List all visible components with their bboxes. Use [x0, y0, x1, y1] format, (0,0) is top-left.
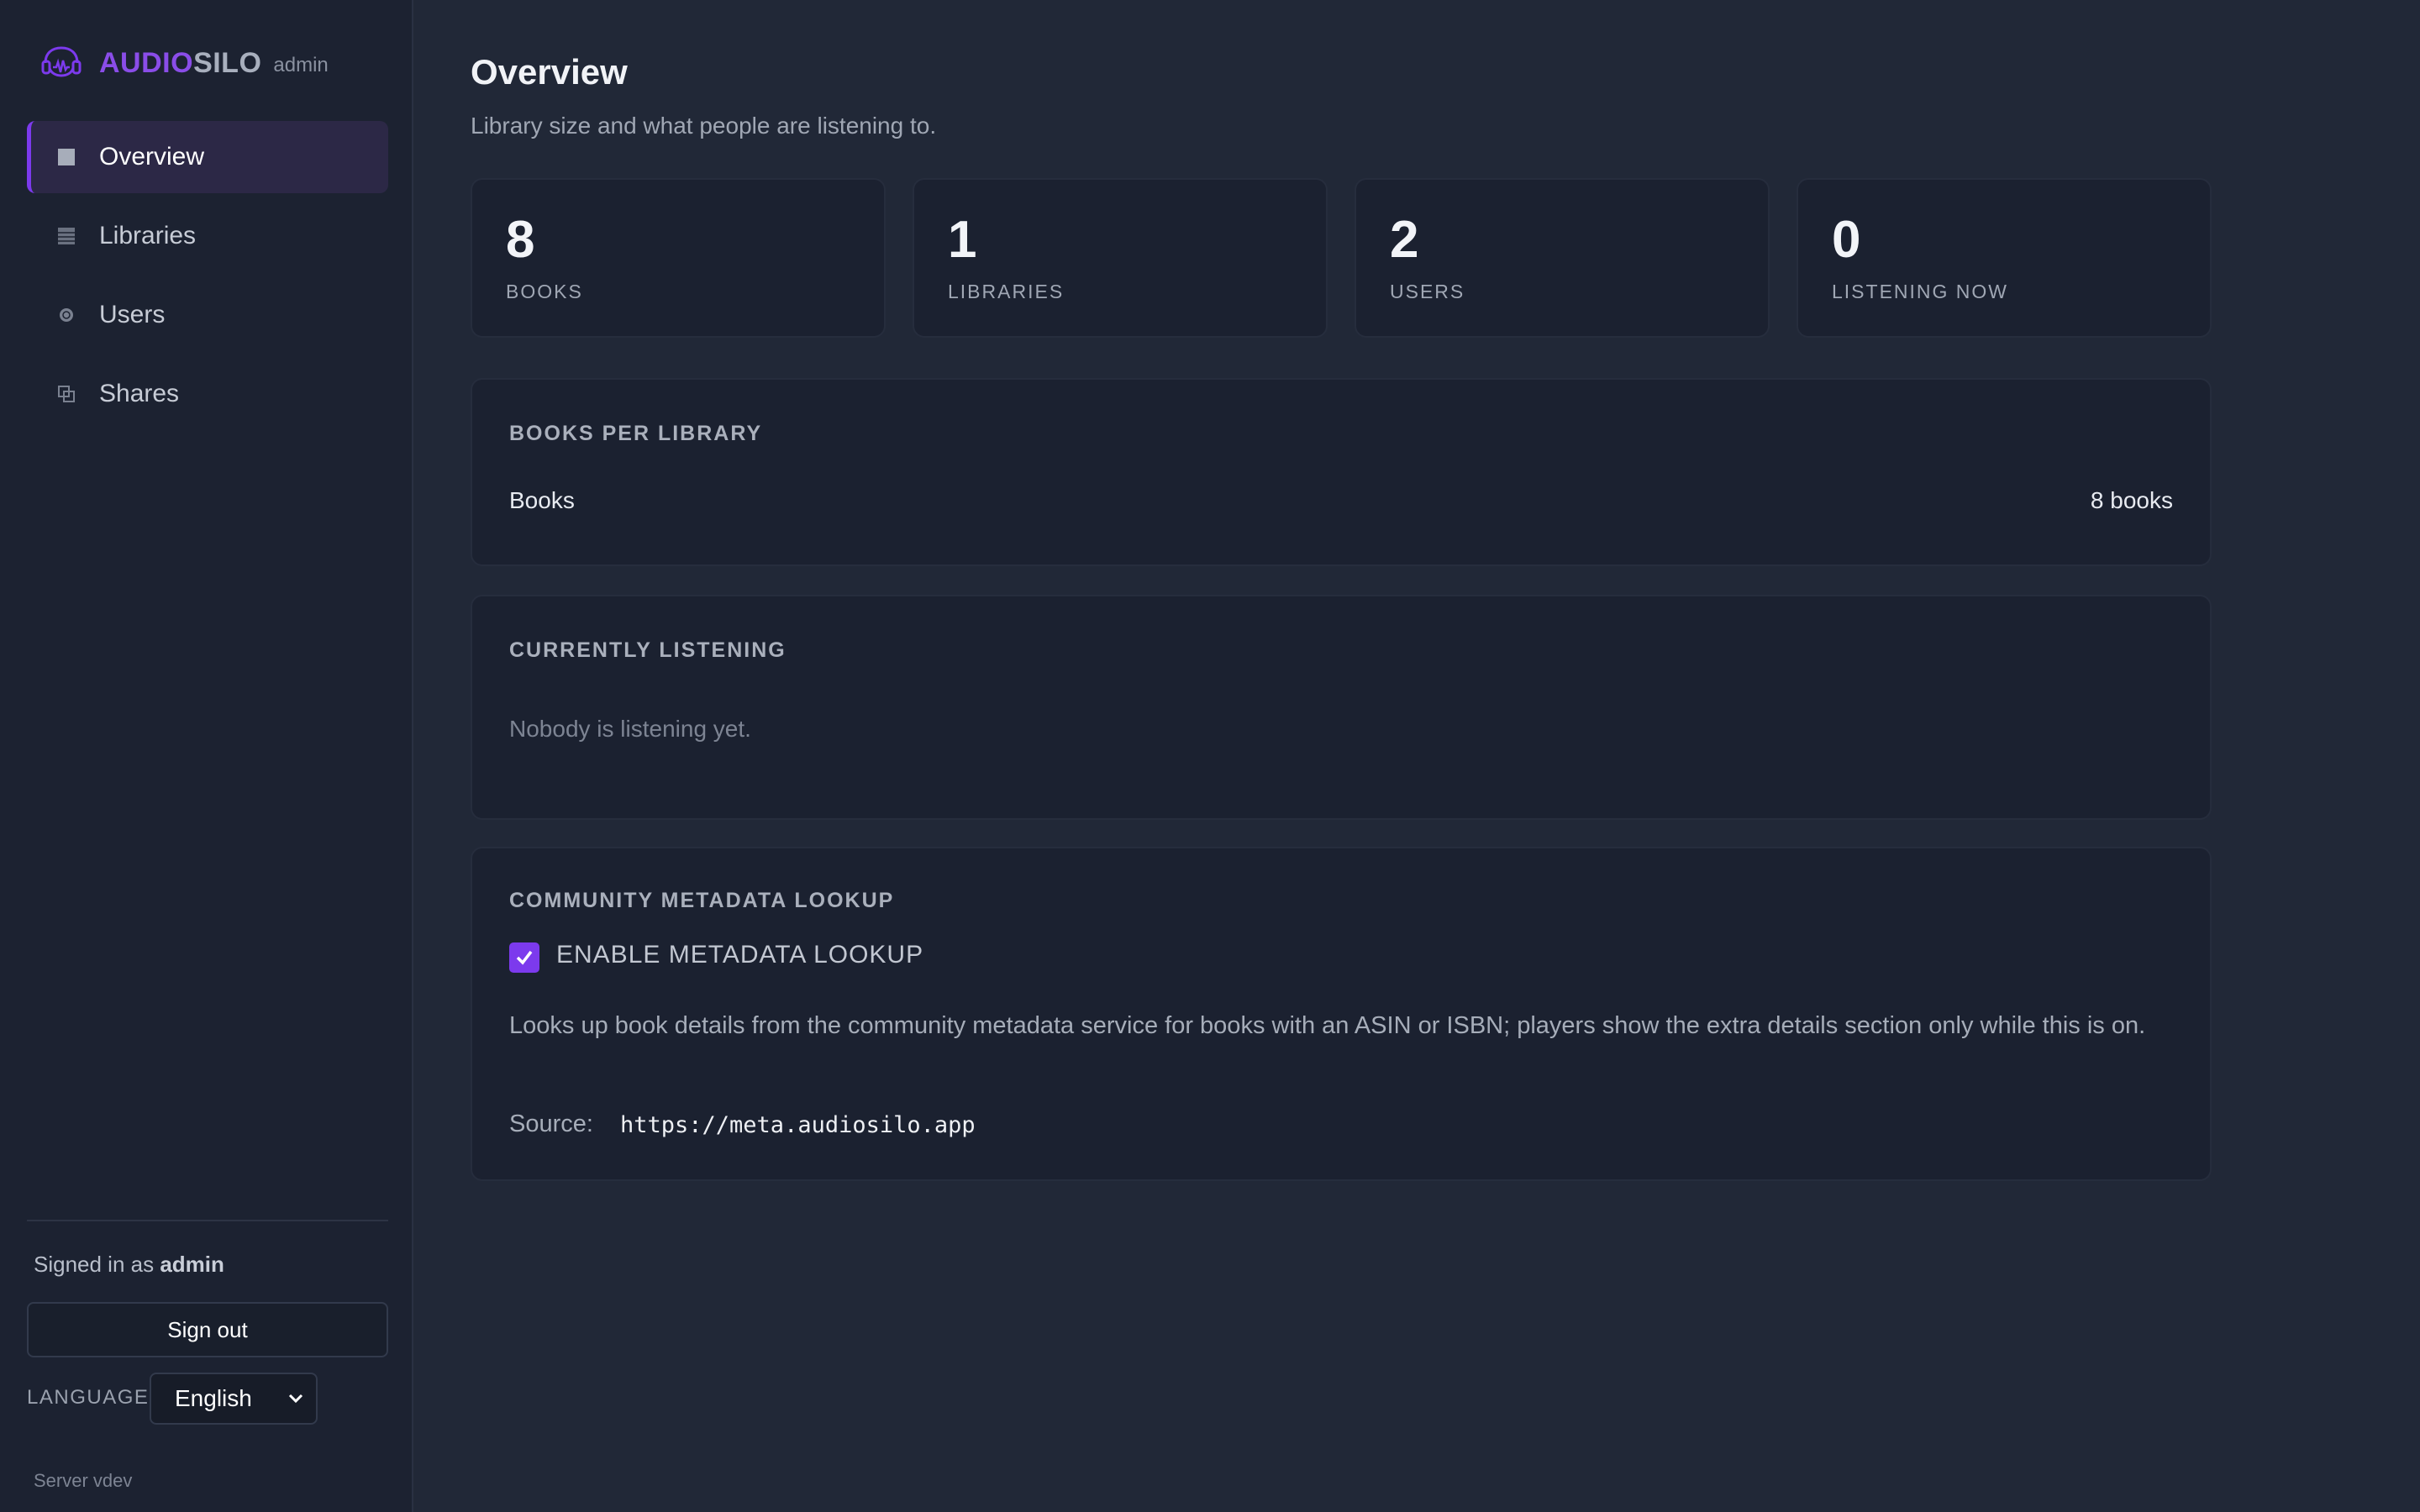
user-dot-icon [57, 306, 76, 324]
audiosilo-logo-icon [41, 46, 82, 77]
stat-card-users: 2 USERS [1355, 178, 1770, 338]
square-icon [57, 148, 76, 166]
brand-name-audio: AUDIO [99, 46, 194, 79]
sidebar-item-label: Libraries [99, 222, 197, 249]
stat-value: 1 [948, 211, 977, 269]
sidebar-item-libraries[interactable]: Libraries [27, 200, 388, 272]
stat-card-libraries: 1 LIBRARIES [913, 178, 1328, 338]
language-label: LANGUAGE [27, 1386, 150, 1409]
sign-out-button[interactable]: Sign out [27, 1302, 388, 1357]
enable-metadata-label[interactable]: ENABLE METADATA LOOKUP [556, 941, 923, 969]
books-per-library-heading: BOOKS PER LIBRARY [509, 422, 763, 445]
library-row-name: Books [509, 487, 575, 513]
page-title: Overview [471, 52, 628, 92]
stat-card-listening-now: 0 LISTENING NOW [1797, 178, 2212, 338]
page-subtitle: Library size and what people are listeni… [471, 113, 937, 139]
sidebar-item-shares[interactable]: Shares [27, 358, 388, 430]
stat-card-books: 8 BOOKS [471, 178, 886, 338]
sidebar: AUDIO SILO admin Overview Libraries Users [0, 0, 413, 1512]
currently-listening-heading: CURRENTLY LISTENING [509, 638, 786, 662]
sidebar-item-users[interactable]: Users [27, 279, 388, 351]
brand-name-silo: SILO [193, 46, 262, 79]
stat-label: BOOKS [506, 281, 583, 302]
sidebar-footer: Signed in as admin Sign out LANGUAGE Eng… [27, 1220, 388, 1512]
brand[interactable]: AUDIO SILO admin [40, 42, 329, 84]
enable-metadata-checkbox[interactable] [509, 942, 539, 973]
stat-label: LIBRARIES [948, 281, 1065, 302]
stat-label: LISTENING NOW [1832, 281, 2009, 302]
metadata-lookup-panel: COMMUNITY METADATA LOOKUP ENABLE METADAT… [471, 847, 2212, 1181]
signed-in-text: Signed in as admin [34, 1252, 224, 1278]
checkmark-icon [516, 950, 533, 965]
books-per-library-panel: BOOKS PER LIBRARY Books 8 books [471, 378, 2212, 566]
brand-role: admin [273, 54, 329, 76]
sidebar-item-label: Users [99, 301, 166, 328]
currently-listening-panel: CURRENTLY LISTENING Nobody is listening … [471, 595, 2212, 820]
sidebar-item-label: Shares [99, 380, 180, 407]
signed-in-prefix: Signed in as [34, 1252, 155, 1277]
stat-value: 0 [1832, 211, 1861, 269]
library-row-count: 8 books [2090, 487, 2173, 513]
sidebar-nav: Overview Libraries Users Shares [27, 121, 388, 437]
library-icon [57, 227, 76, 245]
stat-label: USERS [1390, 281, 1465, 302]
stat-value: 8 [506, 211, 535, 269]
chevron-down-icon [288, 1394, 303, 1404]
signed-in-username: admin [160, 1252, 224, 1277]
metadata-lookup-heading: COMMUNITY METADATA LOOKUP [509, 889, 895, 912]
source-label: Source: [509, 1110, 593, 1137]
server-version: Server vdev [34, 1470, 133, 1491]
language-select-value: English [175, 1385, 252, 1411]
stat-value: 2 [1390, 211, 1419, 269]
sidebar-item-label: Overview [99, 143, 205, 171]
sidebar-item-overview[interactable]: Overview [27, 121, 388, 193]
share-icon [57, 385, 76, 403]
currently-listening-empty: Nobody is listening yet. [509, 716, 751, 742]
language-select[interactable]: English [150, 1373, 318, 1425]
source-url: https://meta.audiosilo.app [620, 1112, 976, 1138]
metadata-description: Looks up book details from the community… [509, 1012, 2146, 1039]
